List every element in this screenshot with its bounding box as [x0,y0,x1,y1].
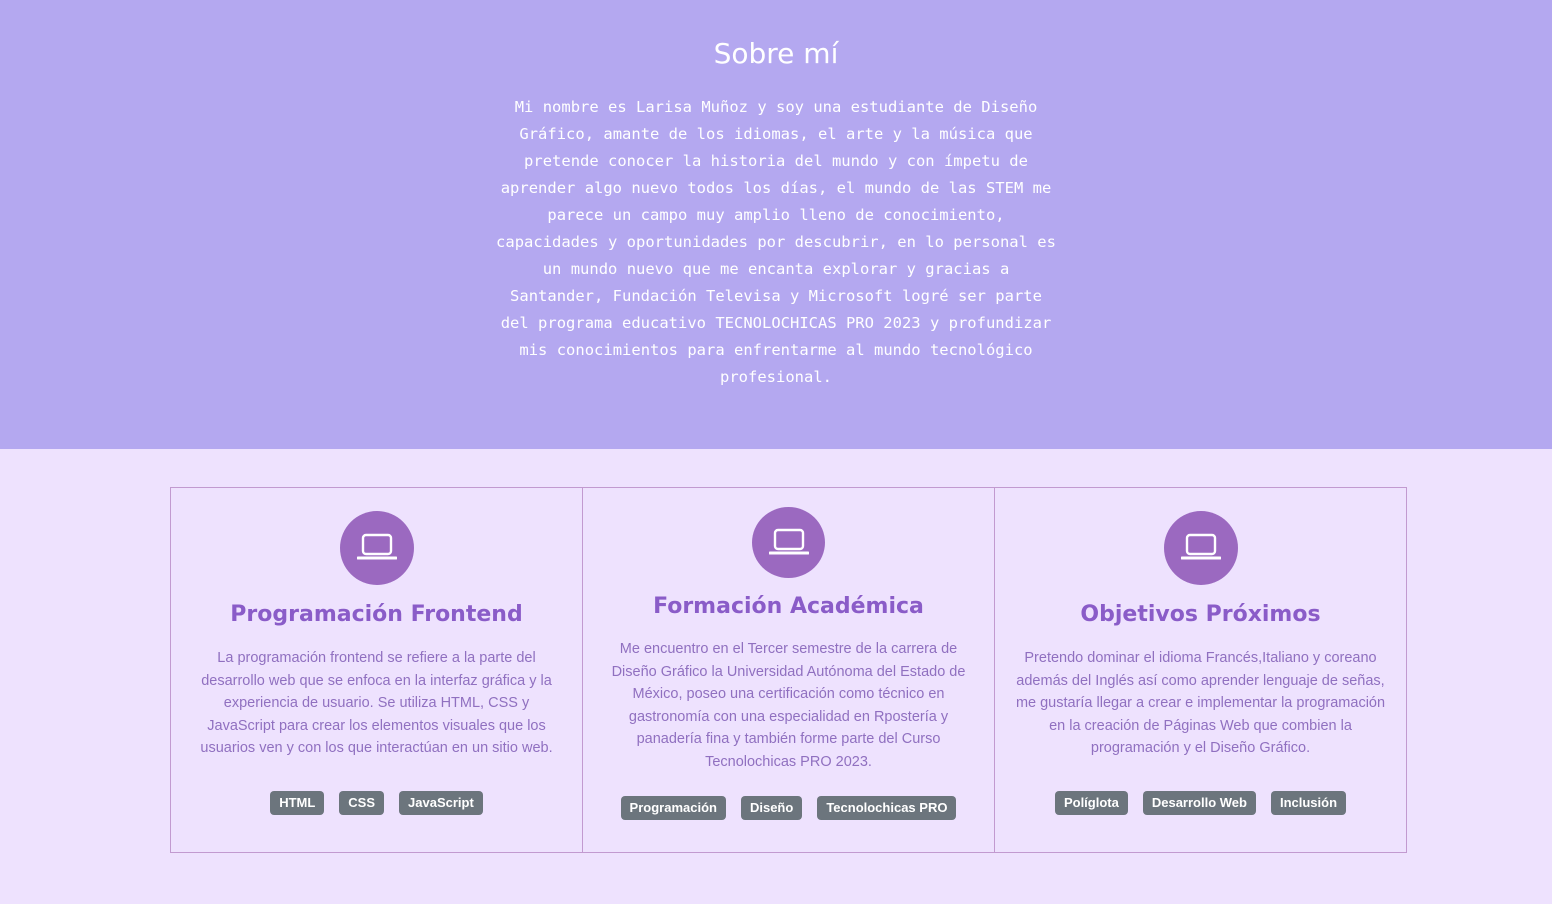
tag-badge: Inclusión [1270,791,1347,815]
about-title: Sobre mí [713,37,839,70]
about-section: Sobre mí Mi nombre es Larisa Muñoz y soy… [0,0,1552,449]
tag-badge: Programación [620,796,726,820]
tag-list: Políglota Desarrollo Web Inclusión [995,791,1406,815]
card-text: La programación frontend se refiere a la… [200,650,553,756]
tag-badge: HTML [270,791,325,815]
tag-badge: Desarrollo Web [1142,791,1256,815]
card-text: Me encuentro en el Tercer semestre de la… [611,641,966,770]
laptop-icon [1163,511,1238,585]
card-objetivos: Objetivos Próximos Pretendo dominar el i… [994,487,1407,853]
card-title: Formación Académica [653,594,924,619]
card-title: Programación Frontend [230,602,523,627]
card-text: Pretendo dominar el idioma Francés,Itali… [1015,650,1386,756]
card-title: Objetivos Próximos [1080,602,1321,627]
about-text: Mi nombre es Larisa Muñoz y soy una estu… [496,98,1056,386]
tag-badge: JavaScript [399,791,483,815]
card-formacion: Formación Académica Me encuentro en el T… [582,487,995,853]
laptop-icon [752,507,825,578]
cards-row: Programación Frontend La programación fr… [170,487,1407,853]
laptop-icon [339,511,414,585]
tag-badge: Diseño [740,796,803,820]
tag-badge: Políglota [1054,791,1128,815]
tag-badge: Tecnolochicas PRO [817,796,957,820]
tag-badge: CSS [339,791,385,815]
tag-list: Programación Diseño Tecnolochicas PRO [583,796,994,820]
tag-list: HTML CSS JavaScript [171,791,582,815]
card-frontend: Programación Frontend La programación fr… [170,487,583,853]
